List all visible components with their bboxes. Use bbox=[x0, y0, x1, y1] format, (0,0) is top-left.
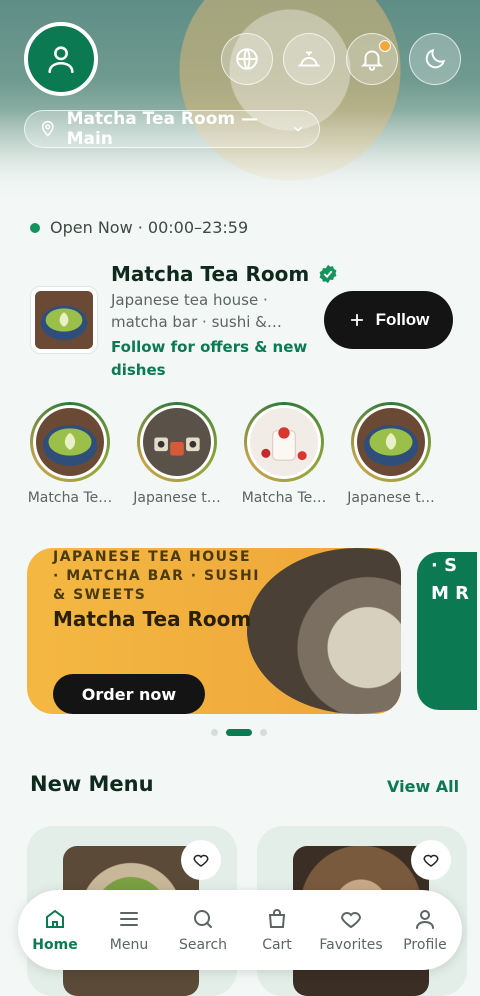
heart-icon bbox=[193, 854, 209, 867]
heart-icon bbox=[340, 912, 362, 929]
status-dot bbox=[30, 222, 40, 233]
open-hours: Open Now · 00:00–23:59 bbox=[50, 218, 249, 237]
carousel-indicator bbox=[211, 729, 267, 736]
carousel-dot[interactable] bbox=[211, 729, 218, 736]
matcha-image bbox=[36, 408, 104, 476]
nav-search-label: Search bbox=[178, 937, 228, 953]
stories-row: Matcha Te… Japanese t… Matcha Te… Japane… bbox=[0, 402, 480, 512]
search-icon bbox=[194, 910, 212, 928]
nav-home[interactable]: Home bbox=[20, 907, 90, 953]
shop-follow-cta: Follow for offers & new dishes bbox=[111, 338, 308, 379]
notification-badge bbox=[379, 40, 391, 52]
matcha-image bbox=[357, 408, 425, 476]
shop-description: Japanese tea house · matcha bar · sushi … bbox=[111, 291, 282, 331]
nav-search[interactable]: Search bbox=[168, 907, 238, 953]
location-pin-icon bbox=[41, 121, 54, 137]
shop-name: Matcha Tea Room bbox=[111, 262, 310, 286]
nav-cart-label: Cart bbox=[262, 937, 292, 953]
moon-icon bbox=[425, 48, 446, 69]
promo-banner[interactable]: JAPANESE TEA HOUSE · MATCHA BAR · SUSHI … bbox=[27, 548, 401, 714]
nav-favorites-label: Favorites bbox=[319, 937, 383, 953]
banner-next-text: · S M R bbox=[431, 555, 470, 604]
order-now-button[interactable]: Order now bbox=[53, 674, 205, 714]
cloche-icon bbox=[298, 51, 320, 67]
plus-icon bbox=[350, 313, 363, 327]
home-icon bbox=[46, 909, 64, 928]
profile-icon bbox=[416, 910, 434, 929]
theme-toggle-button[interactable] bbox=[409, 33, 461, 85]
shop-logo bbox=[30, 286, 98, 354]
service-bell-button[interactable] bbox=[283, 33, 335, 85]
banner-tagline: JAPANESE TEA HOUSE · MATCHA BAR · SUSHI … bbox=[53, 549, 260, 603]
carousel-dot[interactable] bbox=[260, 729, 267, 736]
profile-avatar[interactable] bbox=[24, 22, 98, 96]
nav-profile[interactable]: Profile bbox=[390, 907, 460, 953]
location-selector[interactable]: Matcha Tea Room — Main bbox=[24, 109, 320, 149]
story-item[interactable]: Japanese t… bbox=[341, 402, 441, 506]
notifications-button[interactable] bbox=[346, 33, 398, 85]
nav-menu[interactable]: Menu bbox=[94, 907, 164, 953]
story-label: Matcha Te… bbox=[27, 490, 113, 506]
story-item[interactable]: Matcha Te… bbox=[234, 402, 334, 506]
story-item[interactable]: Japanese t… bbox=[127, 402, 227, 506]
user-icon bbox=[48, 46, 74, 74]
new-menu-title: New Menu bbox=[30, 772, 154, 796]
nav-favorites[interactable]: Favorites bbox=[316, 907, 386, 953]
promo-banner-next[interactable]: · S M R bbox=[417, 552, 477, 710]
sushi-platter-image bbox=[247, 548, 401, 714]
nav-profile-label: Profile bbox=[403, 937, 447, 953]
nav-menu-label: Menu bbox=[109, 937, 149, 953]
heart-icon bbox=[423, 854, 439, 867]
globe-icon bbox=[236, 48, 258, 70]
story-label: Japanese t… bbox=[133, 490, 221, 506]
location-label: Matcha Tea Room — Main bbox=[66, 109, 259, 149]
sushi-image bbox=[143, 408, 211, 476]
follow-button[interactable]: Follow bbox=[324, 291, 453, 349]
dessert-image bbox=[250, 408, 318, 476]
nav-cart[interactable]: Cart bbox=[242, 907, 312, 953]
story-label: Japanese t… bbox=[347, 490, 435, 506]
language-button[interactable] bbox=[221, 33, 273, 85]
story-label: Matcha Te… bbox=[241, 490, 327, 506]
verified-icon bbox=[319, 264, 337, 284]
cart-icon bbox=[268, 909, 286, 928]
open-status: Open Now · 00:00–23:59 bbox=[30, 218, 248, 237]
favorite-button[interactable] bbox=[181, 840, 221, 880]
menu-icon bbox=[120, 912, 138, 926]
favorite-button[interactable] bbox=[411, 840, 451, 880]
story-item[interactable]: Matcha Te… bbox=[20, 402, 120, 506]
nav-home-label: Home bbox=[32, 937, 78, 953]
chevron-down-icon bbox=[293, 126, 302, 132]
carousel-dot-active[interactable] bbox=[226, 729, 252, 736]
bottom-navigation: Home Menu Search Cart Favorites Profile bbox=[18, 890, 462, 970]
banner-title: Matcha Tea Room bbox=[53, 607, 252, 631]
view-all-link[interactable]: View All bbox=[387, 777, 459, 796]
shop-name-row: Matcha Tea Room bbox=[111, 262, 339, 286]
follow-label: Follow bbox=[375, 310, 430, 329]
